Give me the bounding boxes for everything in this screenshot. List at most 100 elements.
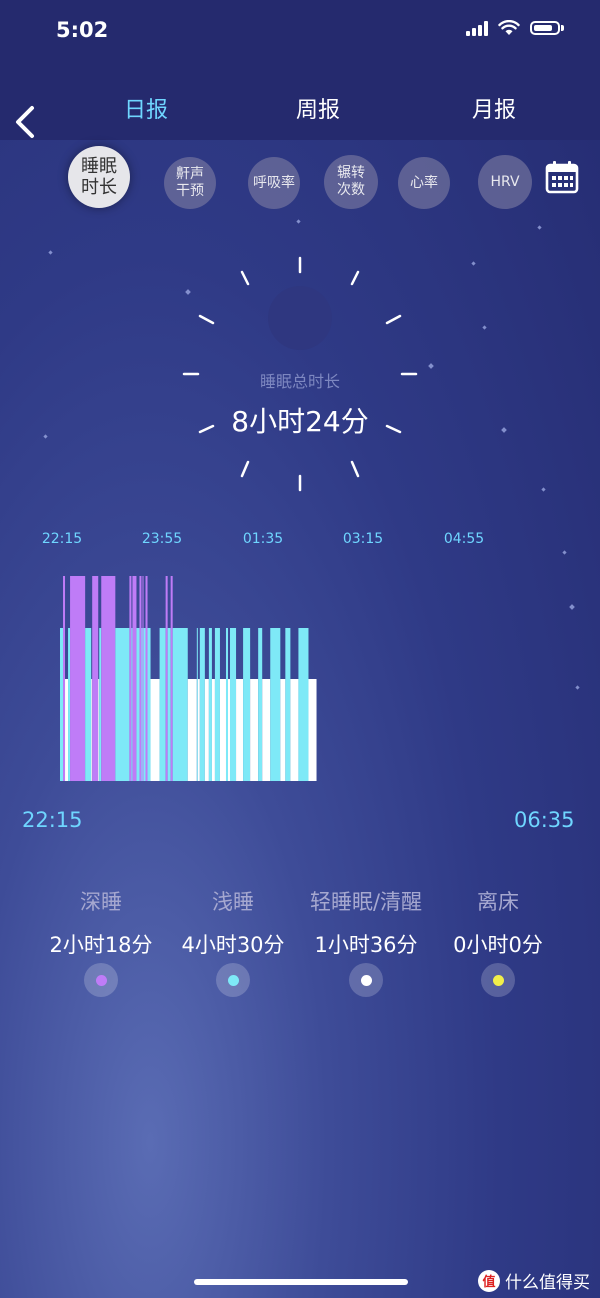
sleep-segment-awake: [98, 679, 100, 781]
chart-end-time: 06:35: [514, 808, 575, 832]
metric-toss-turn-count[interactable]: 辗转 次数: [324, 155, 378, 209]
back-chevron-icon[interactable]: [12, 104, 36, 147]
sleep-segment-deep: [170, 576, 173, 781]
legend-dot-light-sleep: [216, 963, 250, 997]
sleep-segment-deep: [70, 576, 86, 781]
sleep-segment-light: [143, 628, 146, 781]
sleep-segment-awake: [211, 679, 215, 781]
chart-start-time: 22:15: [22, 808, 83, 832]
star-decoration: [48, 250, 53, 255]
legend-value-deep-sleep: 2小时18分: [49, 933, 153, 957]
legend-name-deep-sleep: 深睡: [80, 890, 122, 914]
sleep-segment-light: [225, 628, 228, 781]
sleep-segment-awake: [228, 679, 231, 781]
sleep-segment-deep: [145, 576, 148, 781]
calendar-icon[interactable]: [545, 160, 579, 198]
sleep-segment-light: [60, 628, 64, 781]
legend-name-awake: 轻睡眠/清醒: [309, 890, 423, 914]
sleep-segment-light: [167, 628, 171, 781]
sleep-segment-deep: [63, 576, 66, 781]
status-time: 5:02: [56, 18, 109, 42]
tab-weekly-report[interactable]: 周报: [296, 92, 340, 124]
star-decoration: [296, 219, 301, 224]
legend-dot-deep-sleep: [84, 963, 118, 997]
sleep-segment-light: [136, 628, 140, 781]
legend-dot-awake: [349, 963, 383, 997]
star-decoration: [471, 261, 476, 266]
tab-monthly-report[interactable]: 月报: [472, 92, 516, 124]
sleep-segment-light: [141, 628, 143, 781]
sleep-segment-light: [131, 628, 133, 781]
sleep-segment-awake: [219, 679, 226, 781]
legend-value-out-of-bed: 0小时0分: [453, 933, 543, 957]
sleep-segment-deep: [139, 576, 142, 781]
sleep-segment-awake: [204, 679, 209, 781]
tab-daily-report[interactable]: 日报: [124, 92, 168, 124]
sleep-segment-light: [196, 628, 198, 781]
sleep-segment-light: [85, 628, 92, 781]
sleep-segment-awake: [250, 679, 259, 781]
star-decoration: [482, 325, 487, 330]
cellular-signal-icon: [466, 20, 488, 36]
sleep-segment-light: [68, 628, 71, 781]
sleep-segment-awake: [150, 679, 160, 781]
sleep-segment-awake: [280, 679, 286, 781]
sleep-segment-awake: [308, 679, 317, 781]
sleep-segment-light: [285, 628, 291, 781]
metric-sleep-duration[interactable]: 睡眠 时长: [68, 146, 130, 208]
sleep-segment-deep: [129, 576, 132, 781]
chart-tick-label: 01:35: [242, 531, 284, 547]
sleep-segment-deep: [101, 576, 116, 781]
sleep-total-value: 8小时24分: [231, 405, 369, 438]
wifi-icon: [498, 20, 520, 35]
legend-name-light-sleep: 浅睡: [212, 890, 254, 914]
chart-tick-label: 03:15: [342, 531, 384, 547]
metric-heart-rate[interactable]: 心率: [398, 157, 450, 209]
star-decoration: [541, 487, 546, 492]
sleep-segment-awake: [187, 679, 197, 781]
sleep-total-label: 睡眠总时长: [259, 372, 340, 391]
legend-value-awake: 1小时36分: [314, 933, 418, 957]
star-decoration: [537, 225, 542, 230]
sleep-segment-awake: [91, 679, 93, 781]
sleep-segment-awake: [290, 679, 299, 781]
sleep-segment-awake: [197, 679, 200, 781]
sleep-segment-awake: [262, 679, 271, 781]
watermark-text: 什么值得买: [505, 1273, 590, 1293]
metric-respiration-rate[interactable]: 呼吸率: [248, 157, 300, 209]
sleep-segment-light: [258, 628, 263, 781]
sleep-segment-light: [230, 628, 237, 781]
legend-value-light-sleep: 4小时30分: [181, 933, 285, 957]
sleep-segment-deep: [165, 576, 168, 781]
sleep-segment-light: [270, 628, 281, 781]
metric-snore-intervention[interactable]: 鼾声 干预: [164, 157, 216, 209]
metric-hrv[interactable]: HRV: [478, 155, 532, 209]
chart-tick-label: 04:55: [443, 531, 485, 547]
sleep-stage-chart: [60, 576, 317, 781]
chart-tick-label: 22:15: [41, 531, 83, 547]
legend-name-out-of-bed: 离床: [477, 890, 519, 914]
legend-dot-out-of-bed: [481, 963, 515, 997]
sleep-segment-light: [243, 628, 251, 781]
sleep-segment-light: [147, 628, 151, 781]
sleep-segment-deep: [132, 576, 137, 781]
chart-tick-label: 23:55: [141, 531, 183, 547]
watermark: 值 什么值得买: [478, 1268, 590, 1293]
watermark-logo: 值: [478, 1269, 500, 1292]
sleep-segment-light: [115, 628, 130, 781]
sleep-segment-light: [199, 628, 205, 781]
sleep-segment-light: [159, 628, 166, 781]
sleep-segment-light: [99, 628, 102, 781]
status-icons: [466, 20, 564, 36]
sleep-segment-light: [172, 628, 188, 781]
sleep-segment-awake: [236, 679, 244, 781]
sleep-segment-light: [208, 628, 212, 781]
sleep-segment-deep: [142, 576, 144, 781]
sleep-segment-light: [298, 628, 309, 781]
sleep-segment-light: [214, 628, 220, 781]
star-decoration: [562, 550, 567, 555]
home-indicator[interactable]: [194, 1279, 408, 1285]
sleep-segment-awake: [65, 679, 69, 781]
battery-icon: [530, 21, 560, 35]
sleep-segment-deep: [92, 576, 99, 781]
